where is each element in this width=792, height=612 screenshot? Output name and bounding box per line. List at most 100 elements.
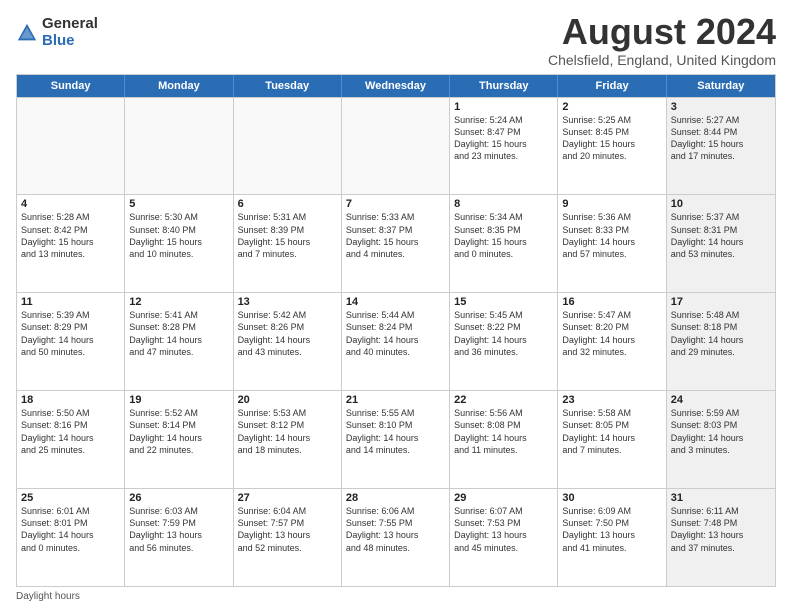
calendar-week-4: 18 Sunrise: 5:50 AM Sunset: 8:16 PM Dayli… [17,390,775,488]
table-row: 31 Sunrise: 6:11 AM Sunset: 7:48 PM Dayli… [667,489,775,586]
cell-info: Sunrise: 5:53 AM Sunset: 8:12 PM Dayligh… [238,408,311,454]
cell-info: Sunrise: 6:11 AM Sunset: 7:48 PM Dayligh… [671,506,744,552]
cell-info: Sunrise: 5:50 AM Sunset: 8:16 PM Dayligh… [21,408,94,454]
cell-info: Sunrise: 5:52 AM Sunset: 8:14 PM Dayligh… [129,408,202,454]
table-row: 19 Sunrise: 5:52 AM Sunset: 8:14 PM Dayli… [125,391,233,488]
cell-info: Sunrise: 5:33 AM Sunset: 8:37 PM Dayligh… [346,212,419,258]
day-number: 31 [671,492,771,504]
day-number: 4 [21,198,120,210]
day-number: 27 [238,492,337,504]
cell-info: Sunrise: 6:06 AM Sunset: 7:55 PM Dayligh… [346,506,419,552]
table-row: 2Sunrise: 5:25 AM Sunset: 8:45 PM Daylig… [558,98,666,195]
calendar-week-3: 11Sunrise: 5:39 AM Sunset: 8:29 PM Dayli… [17,292,775,390]
table-row [342,98,450,195]
table-row: 13 Sunrise: 5:42 AM Sunset: 8:26 PM Dayli… [234,293,342,390]
calendar-week-5: 25 Sunrise: 6:01 AM Sunset: 8:01 PM Dayli… [17,488,775,586]
day-number: 26 [129,492,228,504]
day-number: 14 [346,296,445,308]
cell-info: Sunrise: 6:03 AM Sunset: 7:59 PM Dayligh… [129,506,202,552]
cell-info: Sunrise: 5:28 AM Sunset: 8:42 PM Dayligh… [21,212,94,258]
day-number: 13 [238,296,337,308]
table-row: 29Sunrise: 6:07 AM Sunset: 7:53 PM Dayli… [450,489,558,586]
table-row: 17 Sunrise: 5:48 AM Sunset: 8:18 PM Dayli… [667,293,775,390]
table-row: 16Sunrise: 5:47 AM Sunset: 8:20 PM Dayli… [558,293,666,390]
day-number: 8 [454,198,553,210]
calendar-body: 1 Sunrise: 5:24 AM Sunset: 8:47 PM Daylig… [17,97,775,586]
day-number: 25 [21,492,120,504]
cell-info: Sunrise: 6:09 AM Sunset: 7:50 PM Dayligh… [562,506,635,552]
table-row: 25 Sunrise: 6:01 AM Sunset: 8:01 PM Dayli… [17,489,125,586]
day-number: 7 [346,198,445,210]
day-number: 9 [562,198,661,210]
table-row: 8 Sunrise: 5:34 AM Sunset: 8:35 PM Daylig… [450,195,558,292]
table-row: 20 Sunrise: 5:53 AM Sunset: 8:12 PM Dayli… [234,391,342,488]
cell-info: Sunrise: 5:34 AM Sunset: 8:35 PM Dayligh… [454,212,527,258]
day-number: 3 [671,101,771,113]
day-header-saturday: Saturday [667,75,775,97]
logo-text: General Blue [42,16,98,49]
table-row: 15Sunrise: 5:45 AM Sunset: 8:22 PM Dayli… [450,293,558,390]
cell-info: Sunrise: 6:07 AM Sunset: 7:53 PM Dayligh… [454,506,527,552]
day-number: 30 [562,492,661,504]
cell-info: Sunrise: 5:30 AM Sunset: 8:40 PM Dayligh… [129,212,202,258]
calendar-week-1: 1 Sunrise: 5:24 AM Sunset: 8:47 PM Daylig… [17,97,775,195]
cell-info: Sunrise: 5:24 AM Sunset: 8:47 PM Dayligh… [454,115,527,161]
table-row: 11Sunrise: 5:39 AM Sunset: 8:29 PM Dayli… [17,293,125,390]
day-number: 18 [21,394,120,406]
table-row: 21 Sunrise: 5:55 AM Sunset: 8:10 PM Dayli… [342,391,450,488]
title-block: August 2024 Chelsfield, England, United … [548,12,776,68]
cell-info: Sunrise: 5:25 AM Sunset: 8:45 PM Dayligh… [562,115,635,161]
cell-info: Sunrise: 5:44 AM Sunset: 8:24 PM Dayligh… [346,310,419,356]
day-header-sunday: Sunday [17,75,125,97]
cell-info: Sunrise: 5:55 AM Sunset: 8:10 PM Dayligh… [346,408,419,454]
table-row: 6Sunrise: 5:31 AM Sunset: 8:39 PM Daylig… [234,195,342,292]
day-number: 19 [129,394,228,406]
table-row: 3 Sunrise: 5:27 AM Sunset: 8:44 PM Daylig… [667,98,775,195]
table-row: 30 Sunrise: 6:09 AM Sunset: 7:50 PM Dayli… [558,489,666,586]
page: General Blue August 2024 Chelsfield, Eng… [0,0,792,612]
table-row: 28 Sunrise: 6:06 AM Sunset: 7:55 PM Dayli… [342,489,450,586]
day-number: 24 [671,394,771,406]
day-number: 23 [562,394,661,406]
table-row: 1 Sunrise: 5:24 AM Sunset: 8:47 PM Daylig… [450,98,558,195]
cell-info: Sunrise: 5:47 AM Sunset: 8:20 PM Dayligh… [562,310,635,356]
logo: General Blue [16,16,98,49]
day-number: 1 [454,101,553,113]
day-header-wednesday: Wednesday [342,75,450,97]
cell-info: Sunrise: 5:56 AM Sunset: 8:08 PM Dayligh… [454,408,527,454]
table-row [125,98,233,195]
calendar-header: SundayMondayTuesdayWednesdayThursdayFrid… [17,75,775,97]
day-number: 12 [129,296,228,308]
cell-info: Sunrise: 5:41 AM Sunset: 8:28 PM Dayligh… [129,310,202,356]
cell-info: Sunrise: 5:45 AM Sunset: 8:22 PM Dayligh… [454,310,527,356]
month-title: August 2024 [548,12,776,52]
table-row: 12 Sunrise: 5:41 AM Sunset: 8:28 PM Dayli… [125,293,233,390]
cell-info: Sunrise: 5:37 AM Sunset: 8:31 PM Dayligh… [671,212,744,258]
day-number: 21 [346,394,445,406]
location: Chelsfield, England, United Kingdom [548,52,776,68]
cell-info: Sunrise: 6:04 AM Sunset: 7:57 PM Dayligh… [238,506,311,552]
table-row: 18 Sunrise: 5:50 AM Sunset: 8:16 PM Dayli… [17,391,125,488]
table-row: 14 Sunrise: 5:44 AM Sunset: 8:24 PM Dayli… [342,293,450,390]
header: General Blue August 2024 Chelsfield, Eng… [16,12,776,68]
table-row: 5 Sunrise: 5:30 AM Sunset: 8:40 PM Daylig… [125,195,233,292]
table-row: 26 Sunrise: 6:03 AM Sunset: 7:59 PM Dayli… [125,489,233,586]
cell-info: Sunrise: 5:42 AM Sunset: 8:26 PM Dayligh… [238,310,311,356]
logo-general: General [42,16,98,33]
table-row: 7 Sunrise: 5:33 AM Sunset: 8:37 PM Daylig… [342,195,450,292]
cell-info: Sunrise: 5:48 AM Sunset: 8:18 PM Dayligh… [671,310,744,356]
day-number: 17 [671,296,771,308]
day-number: 20 [238,394,337,406]
cell-info: Sunrise: 6:01 AM Sunset: 8:01 PM Dayligh… [21,506,94,552]
day-number: 28 [346,492,445,504]
day-header-friday: Friday [558,75,666,97]
table-row: 24Sunrise: 5:59 AM Sunset: 8:03 PM Dayli… [667,391,775,488]
table-row: 23 Sunrise: 5:58 AM Sunset: 8:05 PM Dayli… [558,391,666,488]
day-header-tuesday: Tuesday [234,75,342,97]
cell-info: Sunrise: 5:27 AM Sunset: 8:44 PM Dayligh… [671,115,744,161]
day-number: 11 [21,296,120,308]
cell-info: Sunrise: 5:58 AM Sunset: 8:05 PM Dayligh… [562,408,635,454]
day-number: 10 [671,198,771,210]
day-number: 5 [129,198,228,210]
table-row: 27 Sunrise: 6:04 AM Sunset: 7:57 PM Dayli… [234,489,342,586]
